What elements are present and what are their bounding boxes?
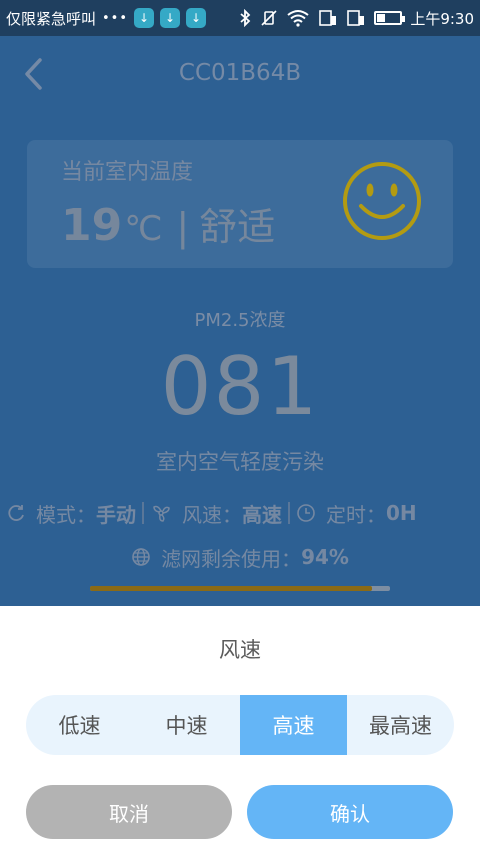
status-bar: 仅限紧急呼叫 ••• ↓ ↓ ↓ 上午9:30 (0, 0, 480, 36)
air-quality-description: 室内空气轻度污染 (156, 450, 324, 474)
temperature-separator: | (176, 205, 190, 249)
speed-options: 低速 中速 高速 最高速 (26, 695, 454, 755)
speed-value: 高速 (242, 502, 282, 527)
speed-option-high[interactable]: 高速 (240, 695, 347, 755)
timer-value: 0H (386, 501, 417, 525)
divider (288, 502, 290, 524)
speed-option-low[interactable]: 低速 (26, 695, 133, 755)
clock-icon (297, 504, 315, 522)
sheet-title: 风速 (219, 638, 261, 662)
mode-status[interactable]: 模式： 手动 (6, 499, 136, 528)
filter-progress-fill (90, 586, 372, 591)
fan-icon (153, 505, 170, 522)
sim1-icon (319, 10, 337, 26)
timer-label: 定时： (326, 502, 386, 527)
mode-value: 手动 (96, 502, 136, 527)
bluetooth-icon (240, 9, 251, 27)
speed-option-max[interactable]: 最高速 (347, 695, 454, 755)
speed-status[interactable]: 风速： 高速 (150, 499, 282, 528)
overflow-dots: ••• (102, 10, 129, 26)
temperature-label: 当前室内温度 (61, 160, 194, 185)
temperature-unit: ℃ (124, 209, 163, 249)
filter-status: 滤网剩余使用： 94% (0, 542, 480, 572)
page-title: CC01B64B (178, 60, 302, 86)
sim2-icon (347, 10, 365, 26)
carrier-text: 仅限紧急呼叫 (6, 9, 97, 28)
temperature-value-row: 19 ℃ | 舒适 (61, 196, 275, 251)
download-icon: ↓ (160, 8, 181, 28)
vibrate-off-icon (261, 10, 277, 26)
globe-icon (132, 548, 150, 566)
filter-progress-bar (90, 586, 390, 591)
download-icon: ↓ (134, 8, 155, 28)
refresh-icon (8, 505, 24, 521)
comfort-level: 舒适 (199, 205, 276, 249)
device-status-row: 模式： 手动 风速： 高速 定时： 0H (6, 498, 476, 528)
speed-option-medium[interactable]: 中速 (133, 695, 240, 755)
timer-status[interactable]: 定时： 0H (296, 499, 417, 528)
fan-speed-sheet: 风速 低速 中速 高速 最高速 取消 确认 (0, 606, 480, 854)
filter-value: 94% (301, 545, 349, 569)
main-content: CC01B64B 当前室内温度 19 ℃ | 舒适 PM2.5浓度 081 室内… (0, 36, 480, 606)
divider (142, 502, 144, 524)
pm25-label: PM2.5浓度 (194, 310, 286, 331)
cancel-button[interactable]: 取消 (26, 785, 232, 839)
filter-label: 滤网剩余使用： (161, 546, 302, 571)
temperature-card: 当前室内温度 19 ℃ | 舒适 (27, 140, 453, 268)
download-icon: ↓ (186, 8, 207, 28)
temperature-value: 19 (61, 200, 123, 251)
wifi-icon (287, 10, 309, 27)
speed-label: 风速： (182, 502, 242, 527)
confirm-button[interactable]: 确认 (247, 785, 453, 839)
status-time: 上午9:30 (410, 9, 474, 28)
pm25-value: 081 (160, 340, 320, 433)
smiley-icon (343, 162, 421, 240)
battery-icon (374, 11, 406, 25)
mode-label: 模式： (36, 502, 96, 527)
